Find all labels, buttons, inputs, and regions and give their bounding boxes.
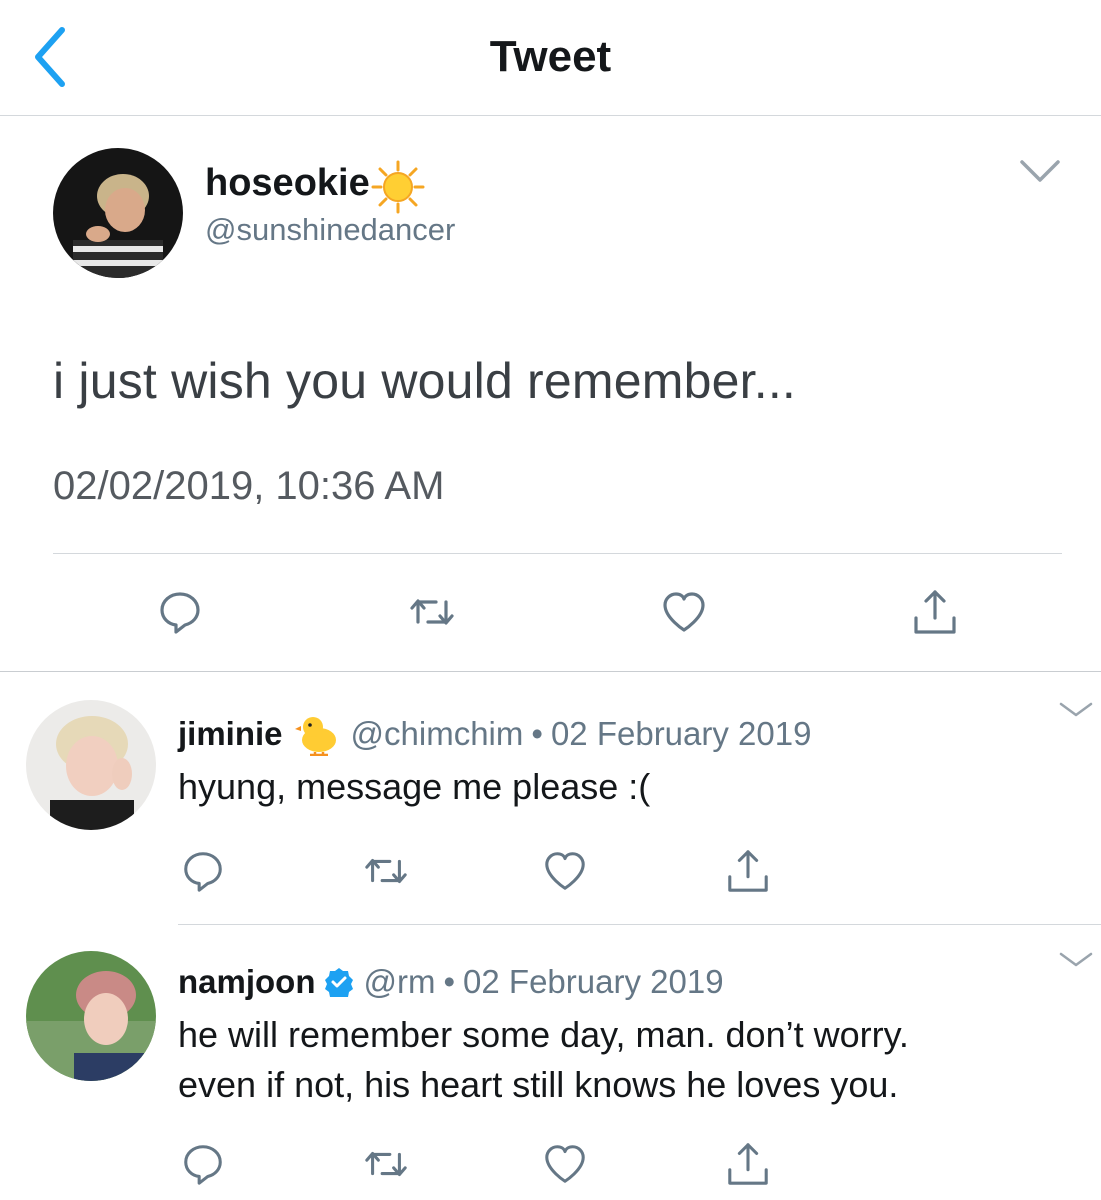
share-icon — [728, 850, 768, 892]
author-handle[interactable]: @sunshinedancer — [205, 212, 455, 248]
reply-icon — [184, 852, 222, 892]
retweet-button[interactable] — [363, 848, 409, 894]
chevron-down-icon — [1020, 160, 1060, 182]
tweet-menu-button[interactable] — [1058, 700, 1094, 720]
retweet-icon — [365, 1151, 407, 1177]
reply-icon — [160, 592, 200, 634]
share-icon — [728, 1143, 768, 1185]
tweet-text: i just wish you would remember... — [53, 353, 797, 409]
reply-date: 02 February 2019 — [463, 963, 724, 1000]
author-name[interactable]: hoseokie — [205, 155, 426, 214]
share-button[interactable] — [725, 1141, 771, 1187]
tweet-menu-button[interactable] — [1058, 950, 1094, 970]
reply-header: namjoon @rm • 02 February 2019 — [178, 963, 724, 1001]
retweet-icon — [365, 858, 407, 884]
chevron-down-icon — [1059, 952, 1093, 967]
sun-icon — [370, 159, 426, 215]
like-button[interactable] — [660, 588, 708, 636]
verified-badge-icon — [324, 967, 354, 1000]
profile-photo — [26, 700, 156, 830]
profile-photo — [26, 951, 156, 1081]
text-line: even if not, his heart still knows he lo… — [178, 1064, 899, 1105]
top-bar: Tweet — [0, 0, 1101, 116]
tweet-menu-button[interactable] — [1018, 156, 1062, 186]
display-name[interactable]: jiminie — [178, 715, 283, 753]
heart-icon — [663, 592, 705, 632]
reply-button[interactable] — [156, 588, 204, 636]
author-handle[interactable]: @rm — [364, 963, 436, 1001]
tweet-timestamp: 02/02/2019, 10:36 AM — [53, 464, 445, 508]
avatar[interactable] — [26, 700, 156, 830]
retweet-icon — [410, 599, 454, 625]
chevron-down-icon — [1059, 702, 1093, 717]
avatar[interactable] — [26, 951, 156, 1081]
like-button[interactable] — [542, 1141, 588, 1187]
baby-chick-icon — [293, 712, 341, 757]
divider — [53, 553, 1062, 554]
share-button[interactable] — [725, 848, 771, 894]
author-handle[interactable]: @chimchim — [351, 715, 524, 753]
reply-text: he will remember some day, man. don’t wo… — [178, 1010, 909, 1110]
text-line: hyung, message me please :( — [178, 766, 651, 807]
profile-photo — [53, 148, 183, 278]
reply-button[interactable] — [180, 848, 226, 894]
reply-icon — [184, 1145, 222, 1185]
reply-header: jiminie @chimchim • 02 February 2019 — [178, 712, 812, 757]
heart-icon — [545, 852, 585, 890]
divider — [0, 671, 1101, 672]
share-button[interactable] — [911, 588, 959, 636]
divider — [178, 924, 1101, 925]
avatar[interactable] — [53, 148, 183, 278]
display-name[interactable]: namjoon — [178, 963, 316, 1001]
reply-text: hyung, message me please :( — [178, 762, 650, 812]
share-icon — [914, 590, 956, 634]
text-line: he will remember some day, man. don’t wo… — [178, 1014, 909, 1055]
heart-icon — [545, 1145, 585, 1183]
reply-button[interactable] — [180, 1141, 226, 1187]
retweet-button[interactable] — [363, 1141, 409, 1187]
display-name: hoseokie — [205, 161, 370, 204]
retweet-button[interactable] — [408, 588, 456, 636]
separator: • — [531, 715, 543, 752]
separator: • — [443, 963, 456, 1000]
page-title: Tweet — [489, 32, 612, 81]
reply-date: 02 February 2019 — [550, 715, 812, 752]
like-button[interactable] — [542, 848, 588, 894]
